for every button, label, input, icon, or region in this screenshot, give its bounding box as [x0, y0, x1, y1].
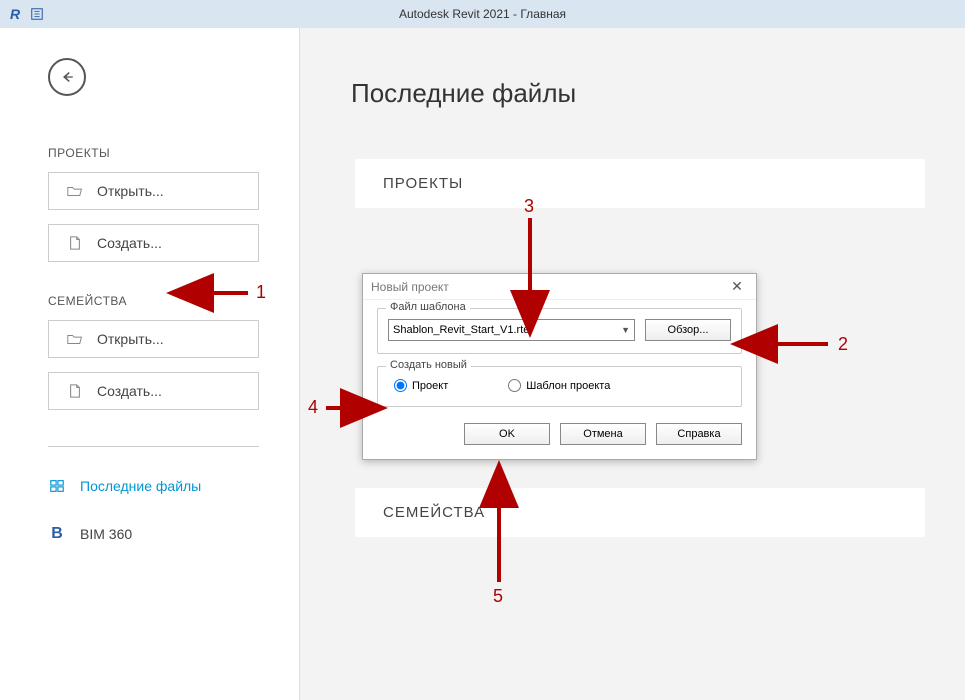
radio-project-label: Проект [412, 380, 448, 392]
families-open-label: Открыть... [97, 331, 164, 347]
projects-open-label: Открыть... [97, 183, 164, 199]
dialog-title: Новый проект [371, 280, 449, 294]
ok-button[interactable]: OK [464, 423, 550, 445]
help-button[interactable]: Справка [656, 423, 742, 445]
sidebar-recent-files[interactable]: Последние файлы [48, 471, 259, 501]
titlebar: R Autodesk Revit 2021 - Главная [0, 0, 965, 28]
sidebar-projects-heading: ПРОЕКТЫ [48, 146, 259, 160]
folder-open-icon [67, 184, 83, 198]
document-icon[interactable] [28, 5, 46, 23]
families-create-label: Создать... [97, 383, 162, 399]
browse-button[interactable]: Обзор... [645, 319, 731, 341]
new-file-icon [67, 236, 83, 250]
cancel-button[interactable]: Отмена [560, 423, 646, 445]
window-title: Autodesk Revit 2021 - Главная [399, 7, 566, 21]
sidebar-families-heading: СЕМЕЙСТВА [48, 294, 259, 308]
chevron-down-icon: ▼ [621, 325, 630, 335]
dialog-close-button[interactable]: ✕ [726, 276, 748, 298]
radio-template-label: Шаблон проекта [526, 380, 610, 392]
sidebar: ПРОЕКТЫ Открыть... Создать... СЕМЕЙСТВА … [0, 28, 300, 700]
projects-open-button[interactable]: Открыть... [48, 172, 259, 210]
sidebar-recent-files-label: Последние файлы [80, 478, 201, 494]
close-icon: ✕ [731, 278, 743, 295]
sidebar-bim360[interactable]: B BIM 360 [48, 519, 259, 549]
recent-icon [48, 477, 66, 495]
template-legend: Файл шаблона [386, 301, 470, 313]
families-open-button[interactable]: Открыть... [48, 320, 259, 358]
projects-create-button[interactable]: Создать... [48, 224, 259, 262]
new-project-dialog: Новый проект ✕ Файл шаблона Shablon_Revi… [362, 273, 757, 460]
create-new-fieldset: Создать новый Проект Шаблон проекта [377, 366, 742, 407]
page-title: Последние файлы [351, 78, 925, 109]
revit-logo-icon[interactable]: R [6, 5, 24, 23]
families-create-button[interactable]: Создать... [48, 372, 259, 410]
template-value: Shablon_Revit_Start_V1.rte [393, 324, 529, 336]
template-select[interactable]: Shablon_Revit_Start_V1.rte ▼ [388, 319, 635, 341]
dialog-titlebar[interactable]: Новый проект ✕ [363, 274, 756, 300]
radio-project[interactable]: Проект [394, 379, 448, 392]
section-projects-bar: ПРОЕКТЫ [355, 159, 925, 208]
back-button[interactable] [48, 58, 86, 96]
section-families-bar: СЕМЕЙСТВА [355, 488, 925, 537]
sidebar-bim360-label: BIM 360 [80, 526, 132, 542]
template-file-fieldset: Файл шаблона Shablon_Revit_Start_V1.rte … [377, 308, 742, 354]
sidebar-divider [48, 446, 259, 447]
create-legend: Создать новый [386, 359, 471, 371]
new-file-icon [67, 384, 83, 398]
radio-project-input[interactable] [394, 379, 407, 392]
projects-create-label: Создать... [97, 235, 162, 251]
arrow-left-icon [58, 68, 76, 86]
radio-template-input[interactable] [508, 379, 521, 392]
folder-open-icon [67, 332, 83, 346]
radio-template[interactable]: Шаблон проекта [508, 379, 610, 392]
bim360-icon: B [48, 525, 66, 543]
